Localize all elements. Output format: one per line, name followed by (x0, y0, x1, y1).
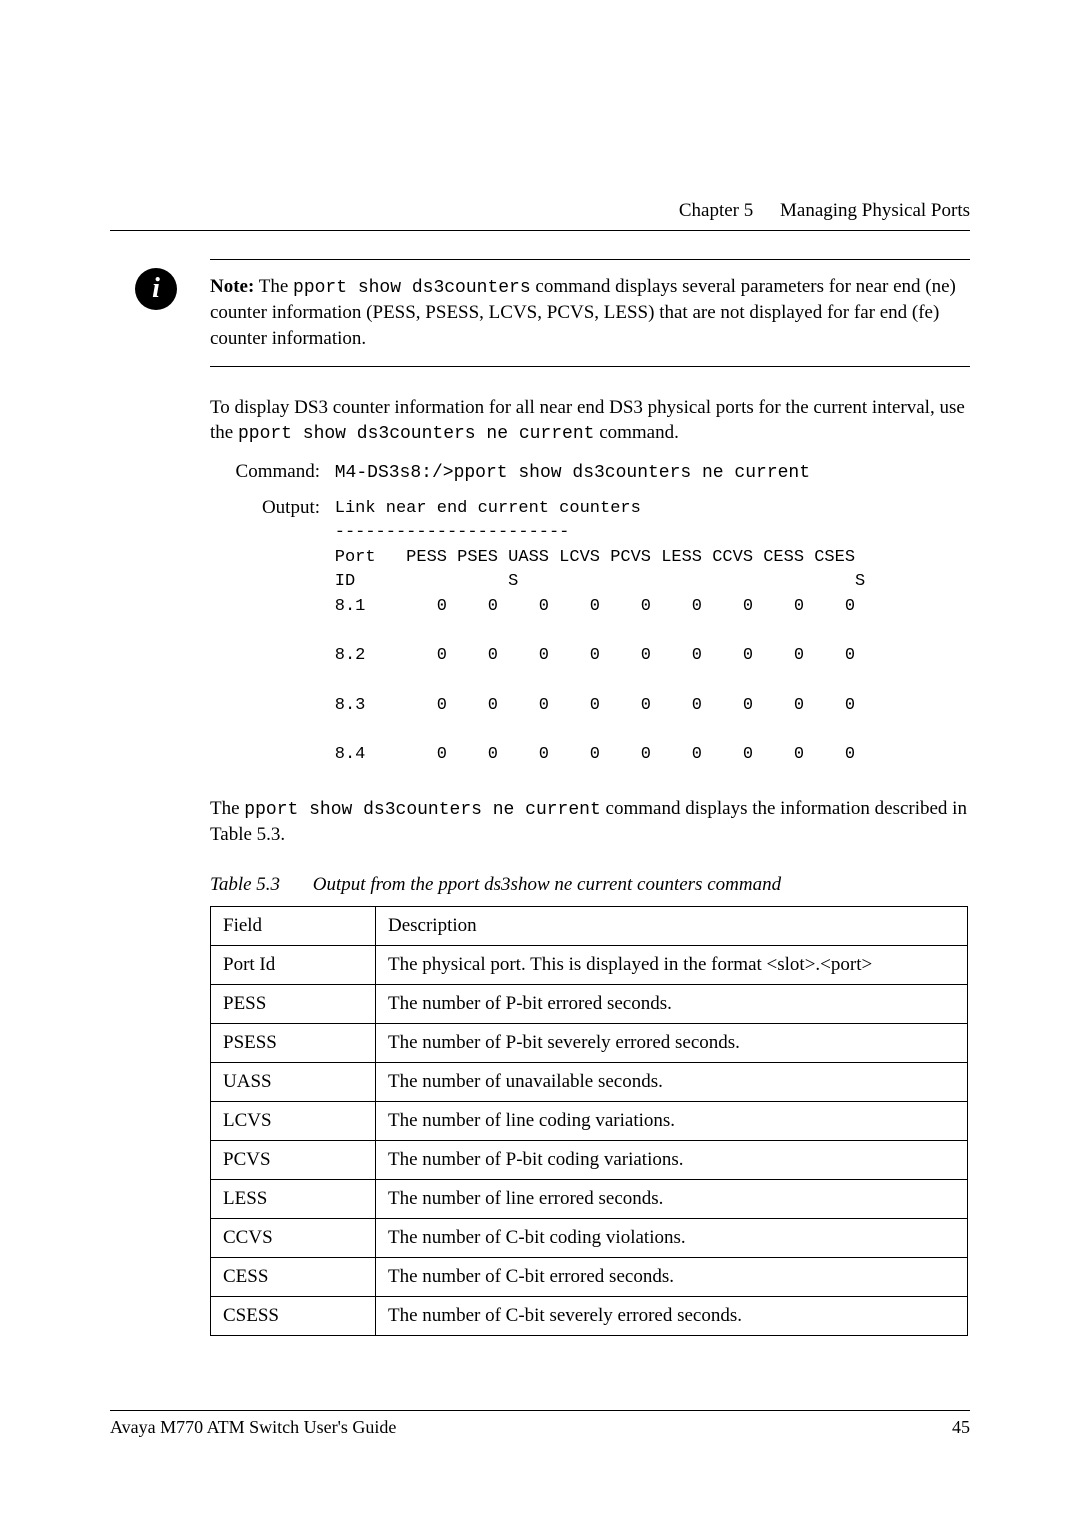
cell-field: Port Id (211, 945, 376, 984)
th-field: Field (211, 906, 376, 945)
para1-text-2: command. (594, 422, 678, 443)
table-number: Table 5.3 (210, 874, 280, 895)
cell-field: PSESS (211, 1023, 376, 1062)
cell-field: CCVS (211, 1218, 376, 1257)
paragraph-1: To display DS3 counter information for a… (210, 395, 970, 447)
output-label: Output: (210, 497, 330, 519)
table-row: PCVSThe number of P-bit coding variation… (211, 1140, 968, 1179)
output-block: Output: Link near end current counters -… (210, 497, 970, 768)
footer-title: Avaya M770 ATM Switch User's Guide (110, 1417, 396, 1437)
para2-cmd: pport show ds3counters ne current (244, 800, 600, 820)
page-header: Chapter 5 Managing Physical Ports (110, 200, 970, 231)
paragraph-2: The pport show ds3counters ne current co… (210, 796, 970, 848)
cell-field: CESS (211, 1257, 376, 1296)
table-row: PSESSThe number of P-bit severely errore… (211, 1023, 968, 1062)
cell-desc: The number of P-bit coding variations. (376, 1140, 968, 1179)
cell-field: PESS (211, 984, 376, 1023)
table-row: PESSThe number of P-bit errored seconds. (211, 984, 968, 1023)
note-text-1: The (254, 276, 293, 297)
page-footer: Avaya M770 ATM Switch User's Guide 45 (110, 1410, 970, 1438)
chapter-title: Managing Physical Ports (780, 200, 970, 221)
description-table: Field Description Port IdThe physical po… (210, 906, 968, 1336)
cell-desc: The number of line errored seconds. (376, 1179, 968, 1218)
cell-desc: The number of line coding variations. (376, 1101, 968, 1140)
para1-cmd: pport show ds3counters ne current (238, 424, 594, 444)
cell-desc: The number of C-bit severely errored sec… (376, 1296, 968, 1335)
table-row: CSESSThe number of C-bit severely errore… (211, 1296, 968, 1335)
table-header-row: Field Description (211, 906, 968, 945)
cell-desc: The number of P-bit severely errored sec… (376, 1023, 968, 1062)
table-row: LCVSThe number of line coding variations… (211, 1101, 968, 1140)
chapter-number: Chapter 5 (679, 200, 753, 221)
command-line: Command: M4-DS3s8:/>pport show ds3counte… (210, 461, 970, 483)
cell-field: UASS (211, 1062, 376, 1101)
cell-desc: The number of P-bit errored seconds. (376, 984, 968, 1023)
command-label: Command: (210, 461, 330, 483)
table-row: CCVSThe number of C-bit coding violation… (211, 1218, 968, 1257)
table-caption: Table 5.3 Output from the pport ds3show … (210, 874, 970, 896)
table-row: CESSThe number of C-bit errored seconds. (211, 1257, 968, 1296)
cell-desc: The number of C-bit coding violations. (376, 1218, 968, 1257)
table-title: Output from the pport ds3show ne current… (313, 874, 781, 895)
note-block: i Note: The pport show ds3counters comma… (210, 259, 970, 367)
info-icon: i (135, 268, 177, 310)
note-prefix: Note: (210, 276, 254, 297)
output-text: Link near end current counters ---------… (335, 497, 866, 768)
page-number: 45 (952, 1417, 970, 1438)
cell-field: LCVS (211, 1101, 376, 1140)
cell-field: LESS (211, 1179, 376, 1218)
para2-text-1: The (210, 798, 244, 819)
table-row: LESSThe number of line errored seconds. (211, 1179, 968, 1218)
cell-desc: The number of unavailable seconds. (376, 1062, 968, 1101)
note-cmd: pport show ds3counters (293, 278, 531, 298)
table-row: UASSThe number of unavailable seconds. (211, 1062, 968, 1101)
command-text: M4-DS3s8:/>pport show ds3counters ne cur… (335, 463, 810, 483)
cell-desc: The physical port. This is displayed in … (376, 945, 968, 984)
cell-field: CSESS (211, 1296, 376, 1335)
table-row: Port IdThe physical port. This is displa… (211, 945, 968, 984)
cell-field: PCVS (211, 1140, 376, 1179)
th-desc: Description (376, 906, 968, 945)
cell-desc: The number of C-bit errored seconds. (376, 1257, 968, 1296)
